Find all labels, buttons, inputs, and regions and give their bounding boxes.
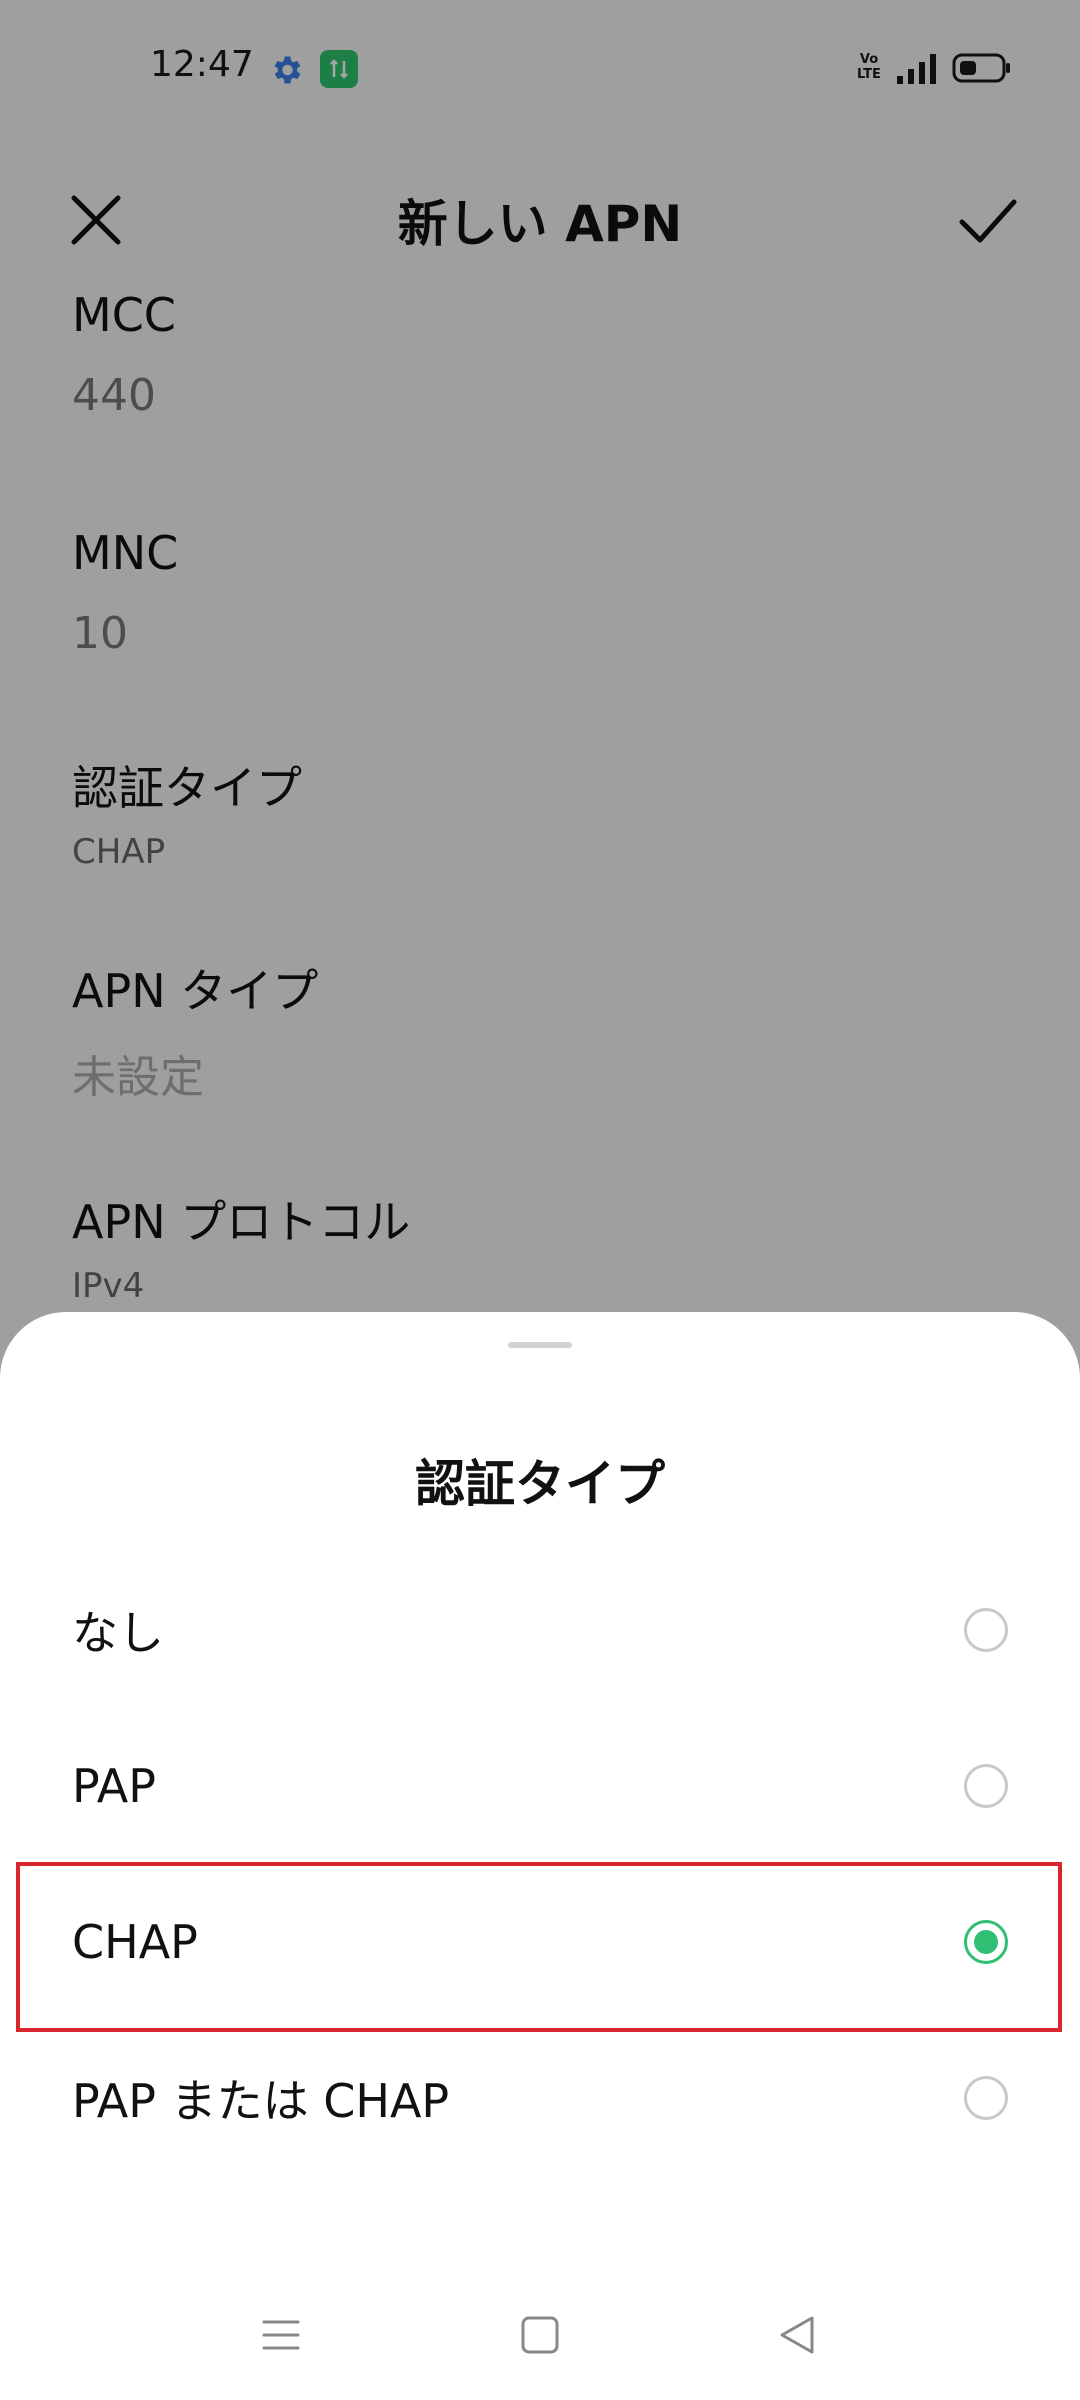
option-pap-or-chap[interactable]: PAP または CHAP: [0, 2020, 1080, 2176]
nav-bar: [0, 2270, 1080, 2400]
sheet-handle[interactable]: [508, 1342, 572, 1348]
radio-button[interactable]: [964, 1764, 1008, 1808]
radio-button[interactable]: [964, 1608, 1008, 1652]
menu-icon[interactable]: [256, 2310, 306, 2360]
back-icon[interactable]: [772, 2310, 822, 2360]
radio-button[interactable]: [964, 2076, 1008, 2120]
option-label: なし: [72, 1606, 164, 1660]
highlight-box: [16, 1862, 1062, 2032]
option-label: PAP または CHAP: [72, 2074, 450, 2128]
option-pap[interactable]: PAP: [0, 1708, 1080, 1864]
auth-type-sheet: 認証タイプ なし PAP CHAP PAP または CHAP: [0, 1312, 1080, 2400]
option-none[interactable]: なし: [0, 1552, 1080, 1708]
home-icon[interactable]: [515, 2310, 565, 2360]
sheet-title: 認証タイプ: [415, 1455, 665, 1513]
option-label: PAP: [72, 1759, 157, 1813]
